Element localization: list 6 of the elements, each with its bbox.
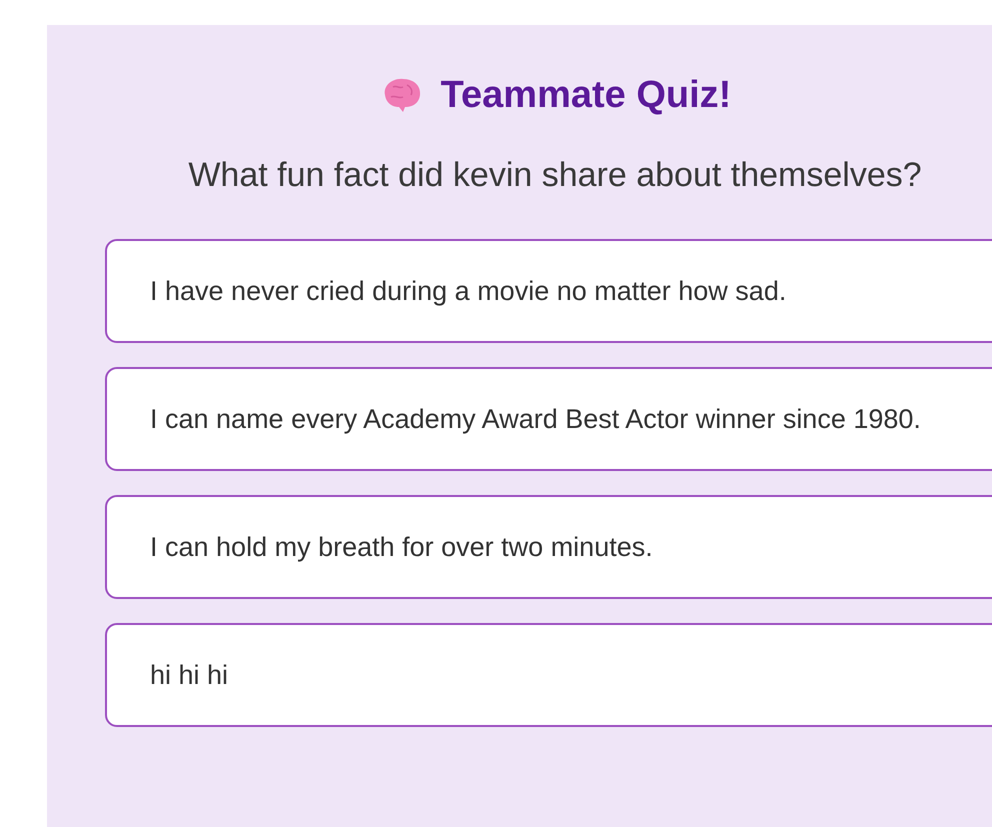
answer-option[interactable]: I can name every Academy Award Best Actor winner since 1980.: [105, 367, 992, 471]
answer-option[interactable]: I can hold my breath for over two minutes.: [105, 495, 992, 599]
answer-option[interactable]: hi hi hi: [105, 623, 992, 727]
quiz-title: Teammate Quiz!: [440, 73, 732, 117]
question-text: What fun fact did kevin share about themselves?: [187, 155, 923, 195]
answer-option[interactable]: I have never cried during a movie no matter how sad.: [105, 239, 992, 343]
